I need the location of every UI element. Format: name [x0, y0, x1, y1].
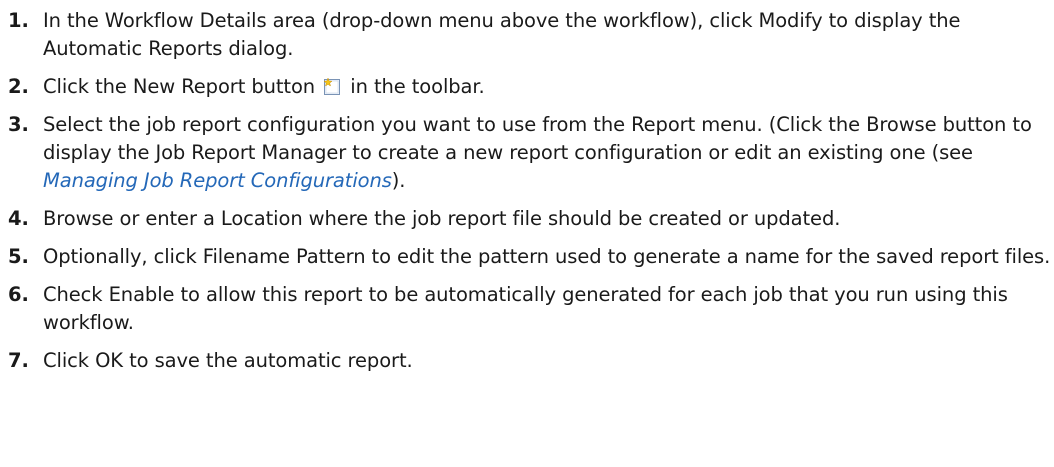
step-5: 5. Optionally, click Filename Pattern to… [8, 243, 1054, 271]
step-text: Click the New Report button [43, 75, 316, 98]
step-number: 5. [8, 245, 29, 268]
managing-job-report-configurations-link[interactable]: Managing Job Report Configurations [43, 169, 392, 192]
step-text-suffix: in the toolbar. [350, 75, 485, 98]
step-number: 6. [8, 283, 29, 306]
step-number: 7. [8, 349, 29, 372]
step-number: 1. [8, 9, 29, 32]
step-6: 6. Check Enable to allow this report to … [8, 281, 1054, 337]
step-text: Click OK to save the automatic report. [43, 349, 413, 372]
step-2: 2. Click the New Report button in the to… [8, 73, 1054, 101]
step-text-suffix: ). [391, 169, 406, 192]
step-1: 1. In the Workflow Details area (drop-do… [8, 7, 1054, 63]
step-3: 3. Select the job report configuration y… [8, 111, 1054, 195]
step-number: 2. [8, 75, 29, 98]
instruction-steps: 1. In the Workflow Details area (drop-do… [0, 0, 1054, 375]
step-text: Check Enable to allow this report to be … [43, 283, 1008, 334]
step-number: 4. [8, 207, 29, 230]
new-report-icon [323, 76, 342, 95]
step-number: 3. [8, 113, 29, 136]
step-7: 7. Click OK to save the automatic report… [8, 347, 1054, 375]
step-text: Optionally, click Filename Pattern to ed… [43, 245, 1051, 268]
step-text: Browse or enter a Location where the job… [43, 207, 841, 230]
step-text: Select the job report configuration you … [43, 113, 1032, 164]
step-4: 4. Browse or enter a Location where the … [8, 205, 1054, 233]
step-text: In the Workflow Details area (drop-down … [43, 9, 961, 60]
